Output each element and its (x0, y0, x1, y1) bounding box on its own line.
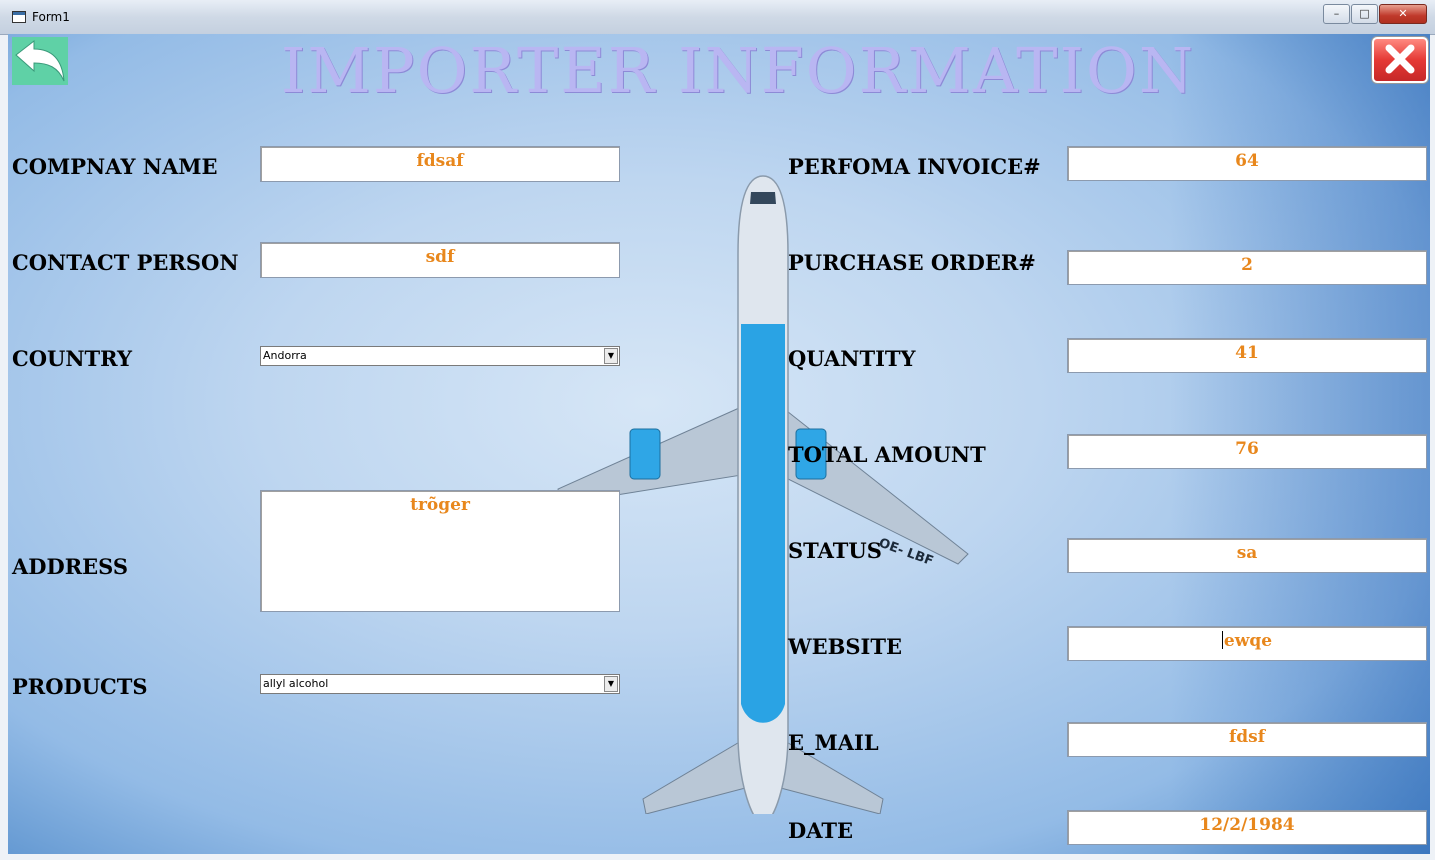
title-bar[interactable]: Form1 – □ ✕ (0, 0, 1435, 35)
date-field[interactable]: 12/2/1984 (1067, 810, 1427, 845)
total-amount-label: TOTAL AMOUNT (788, 442, 986, 467)
red-close-icon (1385, 44, 1415, 74)
products-label: PRODUCTS (12, 674, 148, 699)
status-field[interactable]: sa (1067, 538, 1427, 573)
contact-person-field[interactable]: sdf (260, 242, 620, 278)
status-label: STATUS (788, 538, 882, 563)
website-field[interactable]: ewqe (1067, 626, 1427, 661)
contact-person-label: CONTACT PERSON (12, 250, 239, 275)
products-select-value: allyl alcohol (263, 677, 329, 690)
company-name-field[interactable]: fdsaf (260, 146, 620, 182)
form-icon (12, 11, 26, 23)
email-label: E_MAIL (788, 730, 879, 755)
country-select-value: Andorra (263, 349, 307, 362)
date-label: DATE (788, 818, 853, 843)
address-textarea[interactable]: trõger (260, 490, 620, 612)
window-title: Form1 (32, 10, 70, 24)
minimize-button[interactable]: – (1323, 4, 1350, 24)
quantity-field[interactable]: 41 (1067, 338, 1427, 373)
chevron-down-icon[interactable]: ▼ (604, 348, 618, 364)
quantity-label: QUANTITY (788, 346, 916, 371)
text-cursor (1221, 631, 1223, 649)
window-controls: – □ ✕ (1322, 4, 1427, 24)
total-amount-field[interactable]: 76 (1067, 434, 1427, 469)
email-field[interactable]: fdsf (1067, 722, 1427, 757)
app-window: Form1 – □ ✕ Importer Information (0, 0, 1435, 860)
back-arrow-icon (15, 39, 65, 82)
country-select[interactable]: Andorra ▼ (260, 346, 620, 366)
proforma-invoice-field[interactable]: 64 (1067, 146, 1427, 181)
window-close-button[interactable]: ✕ (1379, 4, 1427, 24)
purchase-order-label: PURCHASE ORDER# (788, 250, 1036, 275)
purchase-order-field[interactable]: 2 (1067, 250, 1427, 285)
website-value: ewqe (1223, 631, 1273, 651)
page-title: Importer Information (280, 34, 1196, 107)
country-label: COUNTRY (12, 346, 132, 371)
form-close-button[interactable] (1372, 37, 1428, 83)
proforma-invoice-label: PERFOMA INVOICE# (788, 154, 1041, 179)
website-label: WEBSITE (788, 634, 902, 659)
chevron-down-icon[interactable]: ▼ (604, 676, 618, 692)
company-name-label: COMPNAY NAME (12, 154, 218, 179)
maximize-button[interactable]: □ (1351, 4, 1378, 24)
address-label: ADDRESS (12, 554, 129, 579)
form-client-area: Importer Information OE- LBF COMPNAY NAM… (8, 34, 1430, 854)
products-select[interactable]: allyl alcohol ▼ (260, 674, 620, 694)
back-button[interactable] (12, 37, 68, 85)
